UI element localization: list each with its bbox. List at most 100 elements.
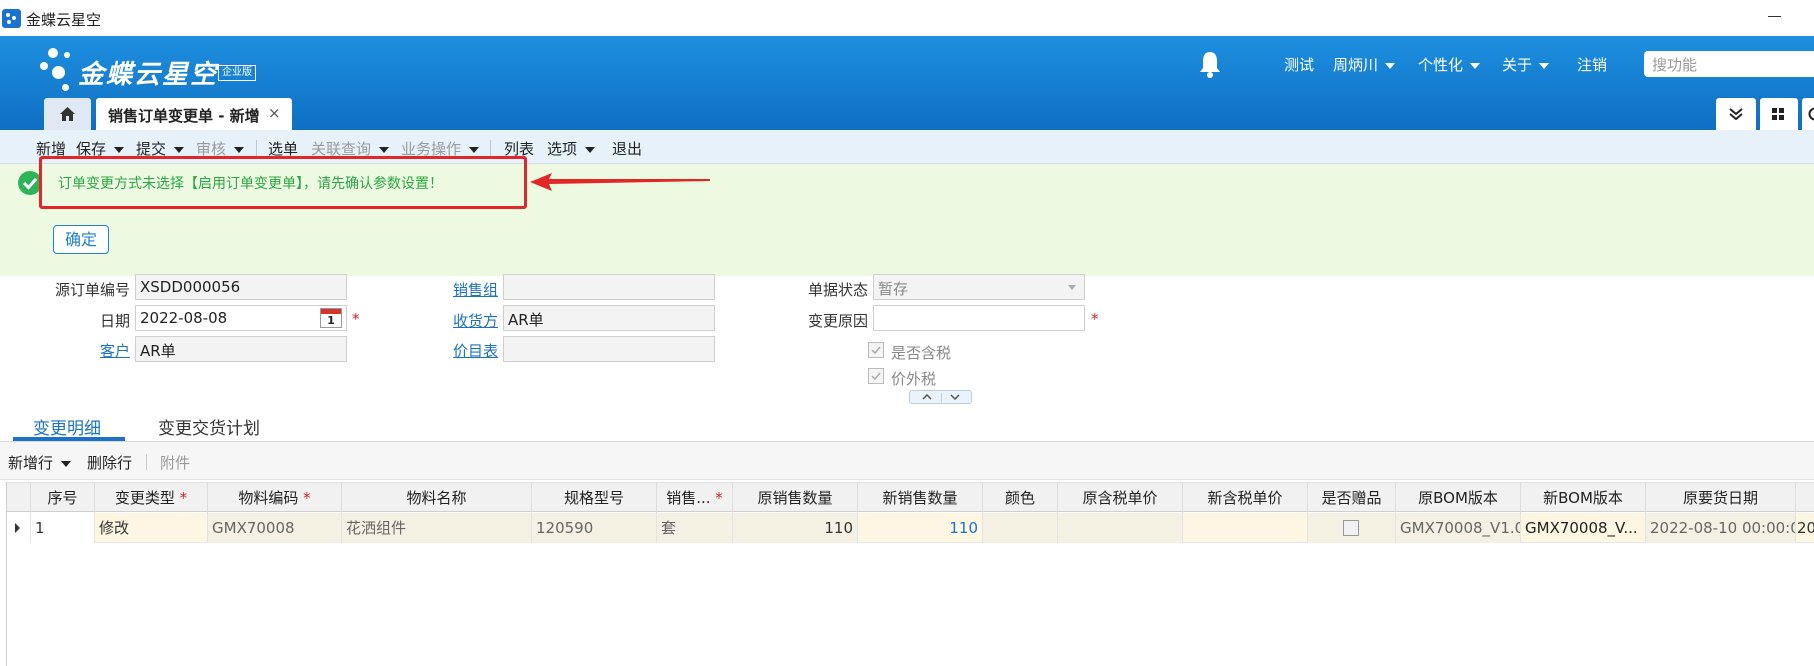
date-field[interactable]: 2022-08-08 1 [135,305,347,331]
options-button[interactable]: 选项 [547,138,596,159]
sales-group-label[interactable]: 销售组 [420,279,498,300]
cell-overflow[interactable]: 20 [1796,513,1814,543]
nav-about-label: 关于 [1502,56,1533,74]
toolbar-divider [256,140,257,156]
cell-orig-delivery-date[interactable]: 2022-08-10 00:00:00 [1646,513,1796,543]
cell-change-type[interactable]: 修改 [95,513,208,543]
toolbar-divider [490,140,491,156]
table-row[interactable]: 1 修改 GMX70008 花洒组件 120590 套 110 110 GMX7… [7,513,1814,543]
column-header[interactable]: 序号 [31,483,95,513]
cell-new-price[interactable] [1183,513,1308,543]
cell-unit[interactable]: 套 [657,513,733,543]
confirm-button[interactable]: 确定 [53,225,109,254]
cell-seq[interactable]: 1 [31,513,95,543]
column-header[interactable]: 销售... * [657,483,733,513]
caret-right-icon [15,523,20,533]
column-header[interactable]: 原要货日期 [1646,483,1796,513]
chevron-down-icon [174,146,185,153]
tab-home[interactable] [44,98,91,130]
column-header[interactable]: 规格型号 [532,483,657,513]
column-header[interactable]: 物料编码 * [208,483,342,513]
customer-field[interactable]: AR单 [135,336,347,362]
cell-spec[interactable]: 120590 [532,513,657,543]
cell-material-name[interactable]: 花洒组件 [342,513,532,543]
price-list-label[interactable]: 价目表 [420,340,498,361]
receiver-field[interactable]: AR单 [503,305,715,331]
attachment-button[interactable]: 附件 [160,452,190,473]
column-header[interactable]: 是否赠品 [1308,483,1396,513]
tab-change-detail[interactable]: 变更明细 [33,414,101,439]
grid-view-button[interactable] [1760,98,1798,130]
cell-new-qty[interactable]: 110 [858,513,983,543]
column-header[interactable]: 原BOM版本 [1396,483,1521,513]
price-list-field[interactable] [503,336,715,362]
receiver-label[interactable]: 收货方 [420,310,498,331]
calendar-icon[interactable]: 1 [320,308,342,328]
source-order-field[interactable]: XSDD000056 [135,274,347,300]
circle-icon [1808,107,1814,121]
cell-orig-price[interactable] [1058,513,1183,543]
cell-orig-qty[interactable]: 110 [733,513,858,543]
column-header[interactable]: 物料名称 [342,483,532,513]
nav-about[interactable]: 关于 [1502,54,1550,75]
tab-sales-order-change[interactable]: 销售订单变更单 - 新增 × [96,98,292,130]
column-header[interactable]: 变更类型 * [95,483,208,513]
search-input[interactable]: 搜功能 [1644,51,1814,77]
cell-new-bom[interactable]: GMX70008_V... [1521,513,1646,543]
required-mark: * [352,310,360,328]
options-label: 选项 [547,140,578,158]
tab-delivery-plan[interactable]: 变更交货计划 [158,414,260,439]
arrow-icon [530,173,710,191]
cell-material-code[interactable]: GMX70008 [208,513,342,543]
column-header[interactable]: 原销售数量 [733,483,858,513]
delete-row-button[interactable]: 删除行 [87,452,132,473]
edition-badge: 企业版 [218,65,256,81]
column-header[interactable]: 颜色 [983,483,1058,513]
add-row-button[interactable]: 新增行 [8,452,72,473]
extra-tax-checkbox[interactable] [868,368,884,384]
close-icon[interactable]: × [268,104,281,122]
nav-logout[interactable]: 注销 [1577,54,1607,75]
more-button[interactable] [1802,98,1814,130]
chevron-down-icon [1539,62,1550,69]
change-reason-field[interactable] [873,305,1085,331]
required-mark: * [179,489,188,507]
doc-status-select[interactable]: 暂存 [873,274,1085,300]
cell-color[interactable] [983,513,1058,543]
row-selector[interactable] [7,513,31,543]
column-header-label: 变更类型 [114,489,175,507]
column-header[interactable] [1796,483,1814,513]
column-header-label: 销售... [666,489,711,507]
nav-user[interactable]: 周炳川 [1333,54,1396,75]
column-header-label: 物料编码 [238,489,299,507]
chevron-down-icon [585,146,596,153]
home-icon [60,107,75,121]
tax-included-checkbox[interactable] [868,342,884,358]
nav-user-label: 周炳川 [1333,56,1379,74]
chevron-down-icon [1385,62,1396,69]
collapse-all-button[interactable] [1716,98,1756,130]
exit-button[interactable]: 退出 [612,138,642,159]
expand-collapse-toggle[interactable] [909,390,972,404]
cell-is-gift[interactable] [1308,513,1396,543]
sales-group-field[interactable] [503,274,715,300]
nav-personalize[interactable]: 个性化 [1418,54,1481,75]
chevron-down-icon [950,394,960,400]
nav-personalize-label: 个性化 [1418,56,1464,74]
customer-label[interactable]: 客户 [40,340,130,361]
double-chevron-down-icon [1729,108,1743,120]
column-header[interactable]: 新BOM版本 [1521,483,1646,513]
app-icon [2,9,21,28]
nav-test[interactable]: 测试 [1284,54,1314,75]
column-header[interactable]: 原含税单价 [1058,483,1183,513]
cell-orig-bom[interactable]: GMX70008_V1.0 [1396,513,1521,543]
brand-name: 金蝶云星空 [78,60,219,90]
extra-tax-label: 价外税 [891,370,937,388]
active-tab-indicator [13,437,125,441]
column-header[interactable]: 新含税单价 [1183,483,1308,513]
bell-icon[interactable] [1198,50,1222,78]
gift-checkbox[interactable] [1343,520,1359,536]
detail-grid: 序号 变更类型 * 物料编码 * 物料名称 规格型号 销售... * 原销售数量… [6,482,1814,666]
minimize-button[interactable] [1760,2,1800,32]
column-header[interactable]: 新销售数量 [858,483,983,513]
